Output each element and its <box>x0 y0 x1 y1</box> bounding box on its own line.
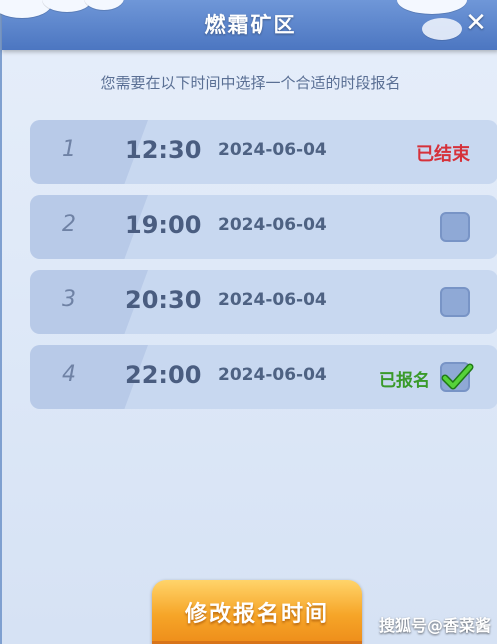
slot-number: 2 <box>62 212 76 237</box>
dialog-header: 燃霜矿区 ✕ <box>0 0 497 50</box>
slot-time: 12:30 <box>125 136 202 164</box>
change-signup-time-label: 修改报名时间 <box>184 602 329 627</box>
instruction-text: 您需要在以下时间中选择一个合适的时段报名 <box>100 74 401 92</box>
status-ended-label: 已结束 <box>416 144 470 165</box>
dialog-title: 燃霜矿区 <box>204 13 297 37</box>
time-slot-row: 2 19:00 2024-06-04 <box>30 195 497 259</box>
slot-date: 2024-06-04 <box>218 215 327 235</box>
slot-checkbox[interactable] <box>440 287 470 317</box>
time-slot-row: 4 22:00 2024-06-04 已报名 <box>30 345 497 409</box>
slot-date: 2024-06-04 <box>218 365 327 385</box>
slot-date: 2024-06-04 <box>218 140 327 160</box>
check-icon <box>441 363 474 390</box>
status-registered-label: 已报名 <box>379 371 430 391</box>
change-signup-time-button[interactable]: 修改报名时间 <box>152 580 362 644</box>
slot-time: 22:00 <box>125 361 202 389</box>
slot-time: 19:00 <box>125 211 202 239</box>
close-icon[interactable]: ✕ <box>459 6 493 40</box>
slot-checkbox[interactable] <box>440 212 470 242</box>
time-slot-row: 3 20:30 2024-06-04 <box>30 270 497 334</box>
slot-date: 2024-06-04 <box>218 290 327 310</box>
slot-number: 4 <box>62 362 76 387</box>
schedule-dialog: 燃霜矿区 ✕ 您需要在以下时间中选择一个合适的时段报名 1 12:30 2024… <box>0 0 497 644</box>
watermark-text: 搜狐号@香菜酱 <box>378 616 491 635</box>
slot-time: 20:30 <box>125 286 202 314</box>
slot-number: 3 <box>62 287 76 312</box>
time-slot-row: 1 12:30 2024-06-04 已结束 <box>30 120 497 184</box>
slot-checkbox[interactable] <box>440 362 474 392</box>
slot-number: 1 <box>62 137 76 162</box>
